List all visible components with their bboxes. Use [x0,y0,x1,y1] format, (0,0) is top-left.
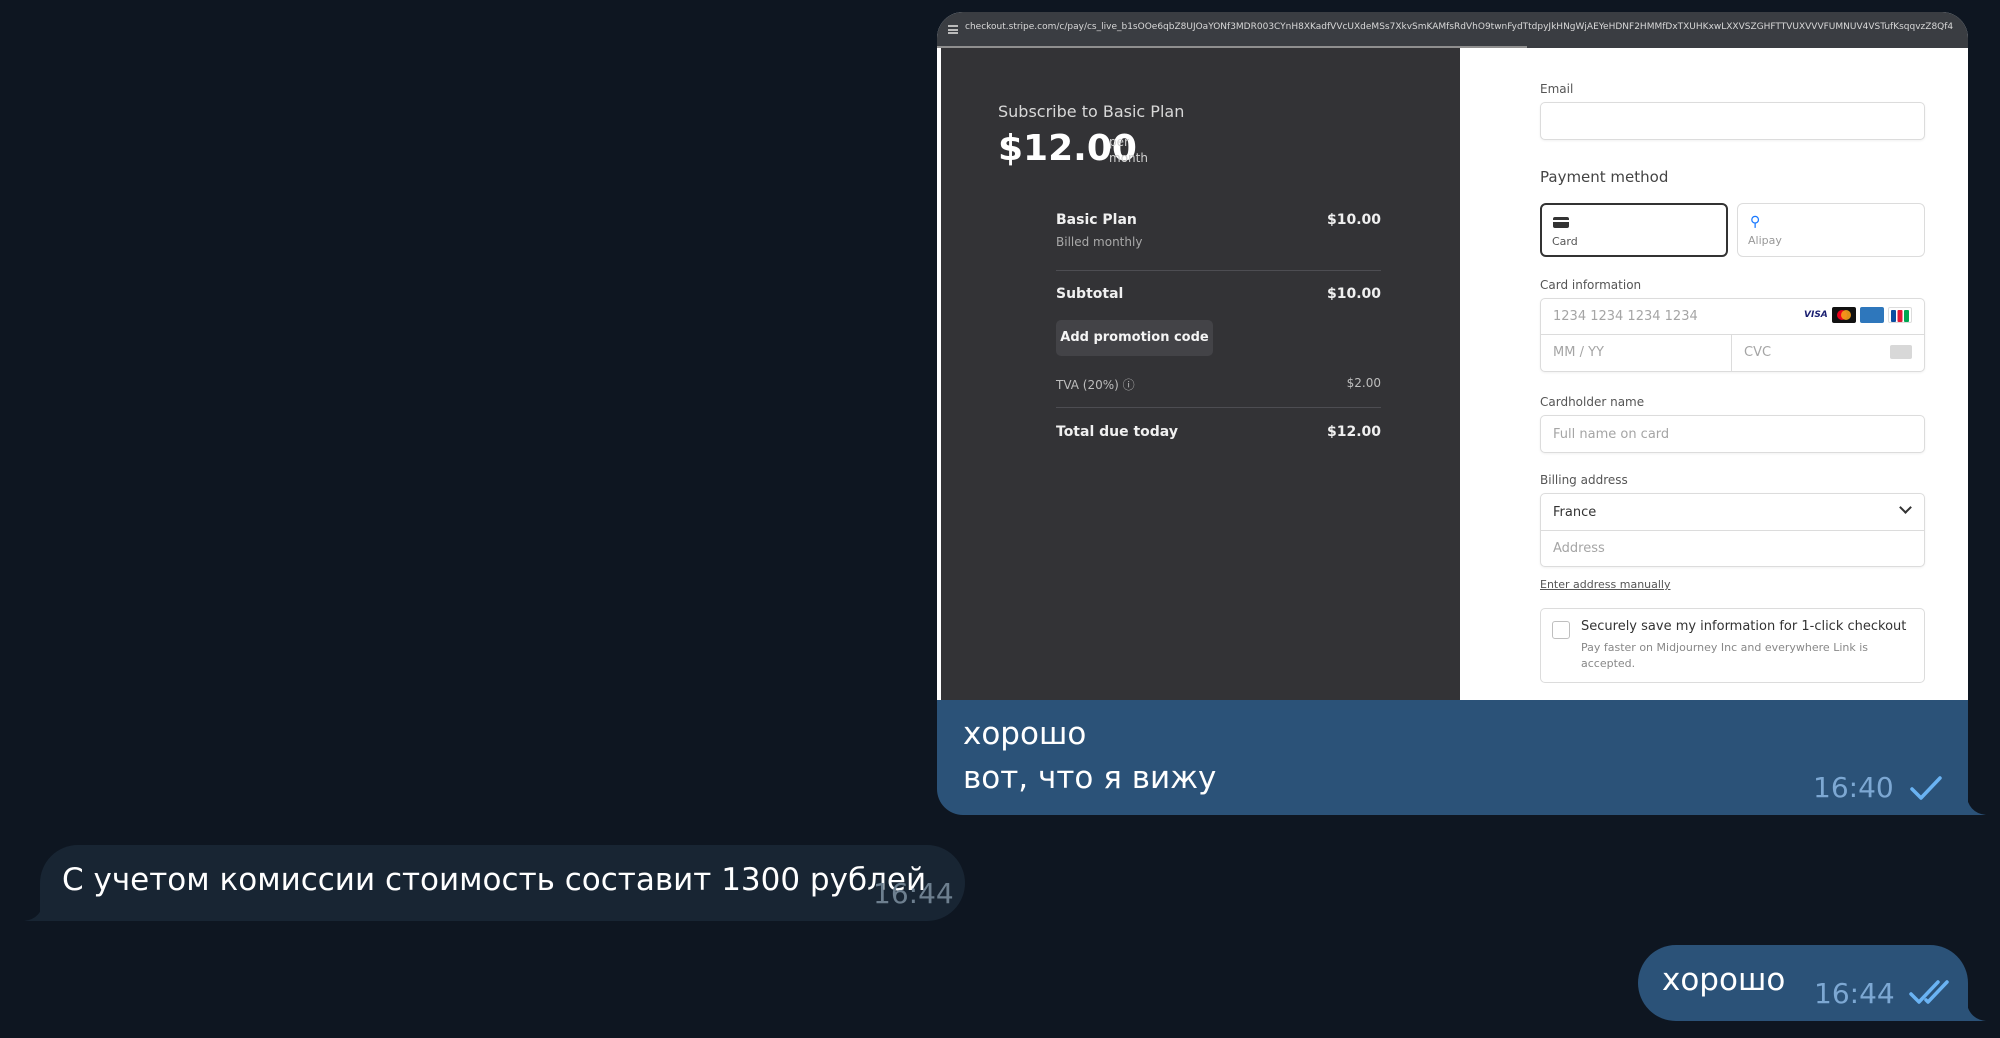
credit-card-icon [1553,217,1569,228]
save-info-box: Securely save my information for 1-click… [1540,608,1925,683]
expiry-field[interactable]: MM / YY [1541,335,1732,371]
billing-address-group: France Address [1540,493,1925,567]
url-text: checkout.stripe.com/c/pay/cs_live_b1sOOe… [965,22,1954,32]
alipay-icon: ⚲ [1750,214,1761,230]
incoming-message[interactable]: С учетом комиссии стоимость составит 130… [40,845,965,921]
double-check-icon [1909,980,1949,1004]
payment-method-card[interactable]: Card [1540,203,1728,257]
address-field[interactable]: Address [1541,531,1924,567]
country-value: France [1553,505,1597,520]
card-info-label: Card information [1540,278,1642,292]
billing-address-label: Billing address [1540,473,1628,487]
line-item-name: Basic Plan [1056,212,1137,228]
checkout-screenshot-image[interactable]: checkout.stripe.com/c/pay/cs_live_b1sOOe… [937,12,1968,700]
tax-amount: $2.00 [1346,376,1381,390]
cvc-field[interactable]: CVC [1732,335,1924,371]
browser-url-bar: checkout.stripe.com/c/pay/cs_live_b1sOOe… [937,12,1968,48]
email-field[interactable] [1540,102,1925,140]
line-item-sub: Billed monthly [1056,235,1143,249]
add-promotion-code-button[interactable]: Add promotion code [1056,320,1213,356]
save-info-description: Pay faster on Midjourney Inc and everywh… [1581,641,1869,670]
chevron-down-icon [1899,501,1912,514]
jcb-icon [1888,307,1912,323]
cvc-card-icon [1890,345,1912,359]
payment-method-alipay[interactable]: ⚲ Alipay [1737,203,1925,257]
message-line: вот, что я вижу [963,760,1217,796]
card-info-group: 1234 1234 1234 1234 VISA MM / YY CVC [1540,298,1925,372]
total-amount: $12.00 [1326,424,1381,440]
message-text: хорошо [1662,962,1786,998]
total-label: Total due today [1056,424,1178,440]
message-time: 16:40 [1813,771,1894,804]
cardholder-name-field[interactable]: Full name on card [1540,415,1925,453]
divider [1056,407,1381,408]
subtotal-label: Subtotal [1056,286,1124,302]
price-period: per month [1109,134,1169,166]
price-per: per [1109,135,1129,149]
order-summary-pane: Subscribe to Basic Plan $12.00 per month… [941,48,1460,700]
single-check-icon [1910,776,1942,800]
bubble-tail [1966,999,1986,1021]
message-text: С учетом комиссии стоимость составит 130… [62,862,927,898]
bubble-tail [24,899,44,921]
cardholder-placeholder: Full name on card [1553,427,1670,442]
subtotal-amount: $10.00 [1326,286,1381,302]
message-line: хорошо [963,716,1087,752]
payment-method-heading: Payment method [1540,168,1669,186]
tax-label: TVA (20%) ⓘ [1056,378,1135,392]
card-number-field[interactable]: 1234 1234 1234 1234 VISA [1541,299,1924,335]
payment-method-card-label: Card [1552,235,1578,248]
save-info-checkbox[interactable] [1552,621,1570,639]
expiry-placeholder: MM / YY [1553,345,1604,360]
visa-icon: VISA [1804,310,1828,320]
email-label: Email [1540,82,1574,96]
message-time: 16:44 [873,877,954,910]
bubble-tail [1966,793,1986,815]
line-item-amount: $10.00 [1326,212,1381,228]
save-info-title: Securely save my information for 1-click… [1581,619,1907,634]
message-text: хорошо вот, что я вижу [963,712,1216,800]
address-placeholder: Address [1553,541,1605,556]
menu-icon [948,25,958,34]
country-select[interactable]: France [1541,494,1924,531]
divider [1056,270,1381,271]
mastercard-icon [1832,307,1856,323]
card-number-placeholder: 1234 1234 1234 1234 [1553,309,1698,324]
amex-icon [1860,307,1884,323]
cvc-placeholder: CVC [1744,345,1772,360]
cardholder-label: Cardholder name [1540,395,1645,409]
payment-form-pane: Email Payment method Card ⚲ Alipay Card … [1460,48,1968,700]
price-month: month [1109,151,1148,165]
payment-method-alipay-label: Alipay [1748,234,1782,247]
enter-address-manually-link[interactable]: Enter address manually [1540,578,1671,591]
subscription-title: Subscribe to Basic Plan [998,102,1185,121]
message-time: 16:44 [1814,977,1895,1010]
